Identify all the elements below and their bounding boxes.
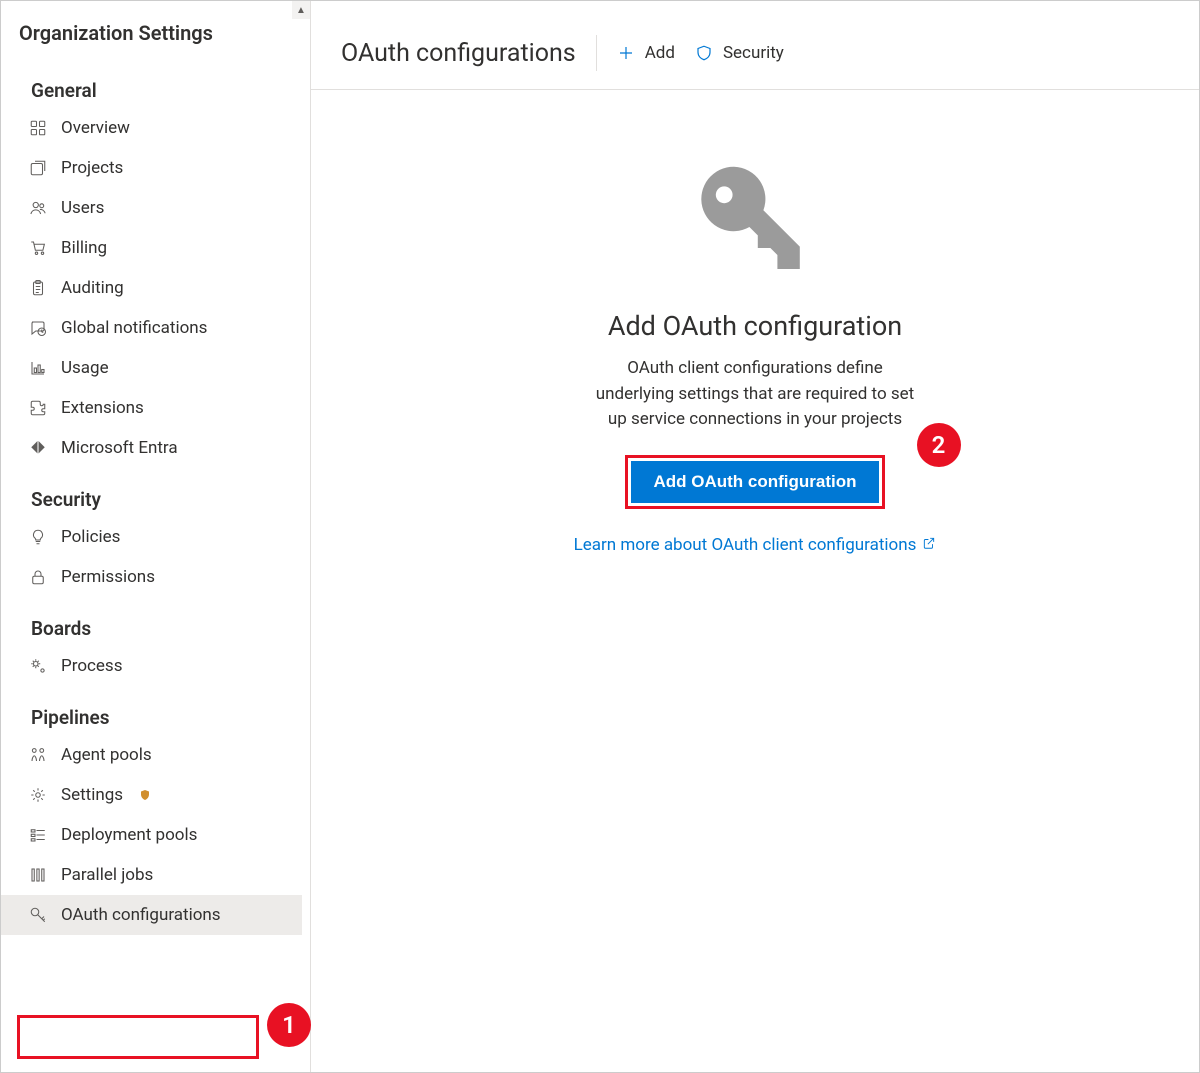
sidebar-item-label: Projects xyxy=(61,158,123,178)
page-header: OAuth configurations Add Security xyxy=(311,1,1199,90)
pool-icon xyxy=(29,746,47,764)
sidebar-item-oauth-configurations[interactable]: OAuth configurations xyxy=(1,895,302,935)
sidebar-title: Organization Settings xyxy=(1,1,310,59)
scroll-up-arrow-icon[interactable]: ▲ xyxy=(292,1,310,19)
users-icon xyxy=(29,199,47,217)
gears-icon xyxy=(29,657,47,675)
entra-icon xyxy=(29,439,47,457)
learn-more-label: Learn more about OAuth client configurat… xyxy=(574,535,917,555)
sidebar-item-billing[interactable]: Billing xyxy=(1,228,302,268)
callout-2-badge: 2 xyxy=(917,423,961,467)
key-icon xyxy=(29,906,47,924)
learn-more-link[interactable]: Learn more about OAuth client configurat… xyxy=(574,535,937,555)
page-title: OAuth configurations xyxy=(341,39,576,68)
sidebar-item-label: Settings xyxy=(61,785,123,805)
sidebar-item-label: Overview xyxy=(61,118,130,138)
puzzle-icon xyxy=(29,399,47,417)
sidebar-item-usage[interactable]: Usage xyxy=(1,348,302,388)
sidebar-item-label: Extensions xyxy=(61,398,144,418)
group-header-boards: Boards xyxy=(1,597,302,646)
chart-icon xyxy=(29,359,47,377)
gear-icon xyxy=(29,786,47,804)
sidebar-item-overview[interactable]: Overview xyxy=(1,108,302,148)
cart-icon xyxy=(29,239,47,257)
sidebar: ▲ Organization Settings General Overview… xyxy=(1,1,311,1072)
sidebar-item-label: Users xyxy=(61,198,104,218)
sidebar-item-label: Permissions xyxy=(61,567,155,587)
bulb-icon xyxy=(29,528,47,546)
box-plus-icon xyxy=(29,159,47,177)
add-oauth-configuration-button[interactable]: Add OAuth configuration xyxy=(631,461,878,503)
sidebar-item-deployment-pools[interactable]: Deployment pools xyxy=(1,815,302,855)
group-header-pipelines: Pipelines xyxy=(1,686,302,735)
security-label: Security xyxy=(723,43,784,63)
sidebar-item-label: Billing xyxy=(61,238,107,258)
sidebar-item-parallel-jobs[interactable]: Parallel jobs xyxy=(1,855,302,895)
empty-state: Add OAuth configuration OAuth client con… xyxy=(311,90,1199,1072)
clipboard-icon xyxy=(29,279,47,297)
sidebar-item-label: OAuth configurations xyxy=(61,905,221,925)
group-header-general: General xyxy=(1,59,302,108)
sidebar-item-settings[interactable]: Settings xyxy=(1,775,302,815)
sidebar-item-projects[interactable]: Projects xyxy=(1,148,302,188)
empty-desc: OAuth client configurations define under… xyxy=(590,356,920,433)
sidebar-item-label: Policies xyxy=(61,527,120,547)
chat-clock-icon xyxy=(29,319,47,337)
security-button[interactable]: Security xyxy=(695,43,784,63)
sidebar-item-extensions[interactable]: Extensions xyxy=(1,388,302,428)
sidebar-item-label: Deployment pools xyxy=(61,825,197,845)
sidebar-item-label: Microsoft Entra xyxy=(61,438,178,458)
sidebar-item-agent-pools[interactable]: Agent pools xyxy=(1,735,302,775)
main-content: OAuth configurations Add Security Add OA… xyxy=(311,1,1199,1072)
empty-title: Add OAuth configuration xyxy=(608,310,902,342)
sidebar-item-label: Process xyxy=(61,656,122,676)
sidebar-item-permissions[interactable]: Permissions xyxy=(1,557,302,597)
add-label: Add xyxy=(645,43,675,63)
grid-icon xyxy=(29,119,47,137)
sidebar-item-process[interactable]: Process xyxy=(1,646,302,686)
divider xyxy=(596,35,597,71)
sidebar-item-global-notifications[interactable]: Global notifications xyxy=(1,308,302,348)
sidebar-item-label: Usage xyxy=(61,358,109,378)
group-header-security: Security xyxy=(1,468,302,517)
sidebar-item-auditing[interactable]: Auditing xyxy=(1,268,302,308)
external-link-icon xyxy=(922,535,936,555)
shield-icon xyxy=(695,44,713,62)
sidebar-item-label: Auditing xyxy=(61,278,124,298)
add-button[interactable]: Add xyxy=(617,43,675,63)
lock-icon xyxy=(29,568,47,586)
plus-icon xyxy=(617,44,635,62)
parallel-icon xyxy=(29,866,47,884)
sidebar-item-label: Global notifications xyxy=(61,318,207,338)
deploy-icon xyxy=(29,826,47,844)
sidebar-scroll[interactable]: General Overview Projects Users Billing … xyxy=(1,59,310,1072)
sidebar-item-label: Agent pools xyxy=(61,745,152,765)
admin-shield-icon xyxy=(139,789,151,801)
sidebar-item-microsoft-entra[interactable]: Microsoft Entra xyxy=(1,428,302,468)
sidebar-item-policies[interactable]: Policies xyxy=(1,517,302,557)
sidebar-item-users[interactable]: Users xyxy=(1,188,302,228)
key-graphic-icon xyxy=(685,150,825,290)
sidebar-item-label: Parallel jobs xyxy=(61,865,153,885)
